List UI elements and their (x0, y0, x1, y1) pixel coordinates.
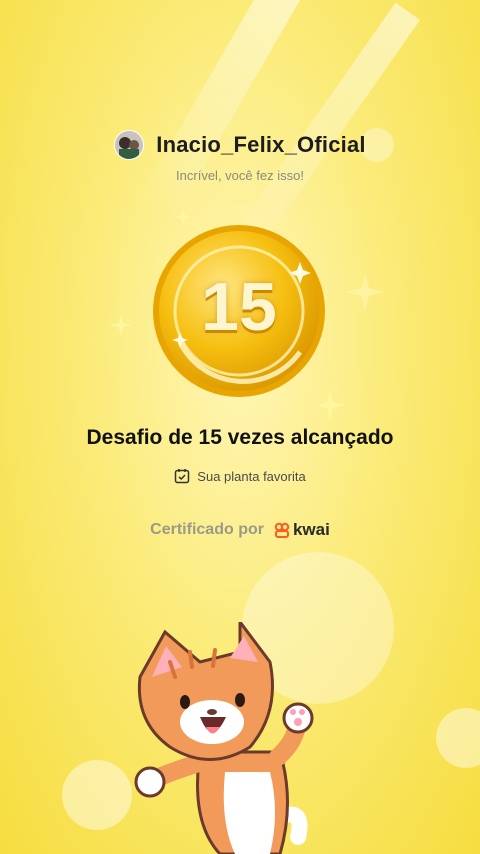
username[interactable]: Inacio_Felix_Oficial (156, 132, 365, 158)
sparkle-icon (110, 314, 132, 336)
congrats-subtitle: Incrível, você fez isso! (176, 168, 304, 183)
certification-row: Certificado por kwai (0, 520, 480, 540)
calendar-check-icon (175, 469, 190, 484)
certified-by-label: Certificado por (150, 521, 264, 538)
challenge-tag[interactable]: Sua planta favorita (0, 468, 480, 484)
kwai-brand-text: kwai (292, 520, 330, 539)
kwai-logo: kwai (274, 520, 330, 540)
tag-label: Sua planta favorita (197, 468, 306, 484)
user-header: Inacio_Felix_Oficial (0, 130, 480, 160)
bokeh-circle (436, 708, 480, 768)
kwai-logo-icon (274, 522, 290, 538)
bokeh-circle (62, 760, 132, 830)
cat-mascot (134, 622, 314, 854)
avatar[interactable] (114, 130, 145, 160)
sparkle-icon (346, 273, 384, 311)
medal-number: 15 (201, 269, 277, 345)
achievement-title: Desafio de 15 vezes alcançado (86, 426, 394, 449)
